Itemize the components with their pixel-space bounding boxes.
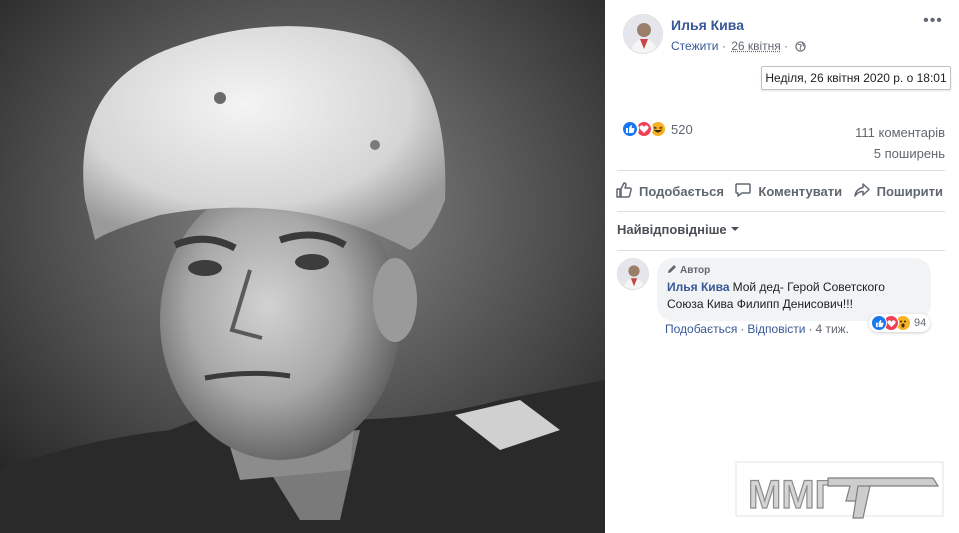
comment-time[interactable]: 4 тиж. xyxy=(815,322,849,336)
post-actions-bar: Подобається Коментувати Поширити xyxy=(613,176,945,206)
more-options-icon[interactable]: ••• xyxy=(923,13,943,32)
comment-reply-link[interactable]: Відповісти xyxy=(747,322,805,336)
post-meta: Стежити · 26 квітня · xyxy=(671,39,807,55)
like-reaction-icon xyxy=(621,120,639,138)
divider xyxy=(617,170,945,171)
pencil-icon xyxy=(667,264,680,277)
author-badge: Автор xyxy=(667,263,921,277)
comment-text: Илья Кива Мой дед- Герой Советского Союза… xyxy=(667,279,921,313)
share-icon xyxy=(853,181,877,202)
caret-down-icon xyxy=(730,227,739,231)
comment-icon xyxy=(734,181,758,202)
like-icon xyxy=(615,181,639,202)
follow-link[interactable]: Стежити xyxy=(671,39,719,53)
comment-like-link[interactable]: Подобається xyxy=(665,322,737,336)
comment-sort-dropdown[interactable]: Найвідповідніше xyxy=(617,222,739,237)
post-date-link[interactable]: 26 квітня xyxy=(731,39,781,53)
divider xyxy=(617,250,945,251)
comment-reaction-count: 94 xyxy=(914,317,927,329)
svg-text:ММГ: ММГ xyxy=(748,473,837,517)
post-panel: Илья Кива Стежити · 26 квітня · ••• Неді… xyxy=(605,0,959,533)
post-header: Илья Кива Стежити · 26 квітня · ••• xyxy=(623,13,943,64)
shares-count[interactable]: 5 поширень xyxy=(855,143,945,164)
reaction-count: 520 xyxy=(671,121,693,137)
globe-icon xyxy=(795,41,807,55)
comment-button[interactable]: Коментувати xyxy=(732,177,844,205)
comments-count[interactable]: 111 коментарів xyxy=(855,122,945,143)
watermark-logo: ММГ xyxy=(728,456,953,526)
comment-bubble: Автор Илья Кива Мой дед- Герой Советского… xyxy=(657,258,931,321)
comment-actions: Подобається · Відповісти · 4 тиж. xyxy=(665,322,850,336)
share-button[interactable]: Поширити xyxy=(851,177,945,205)
post-stats: 111 коментарів 5 поширень xyxy=(855,122,945,164)
post-photo[interactable] xyxy=(0,0,605,533)
post-reactions[interactable]: 520 xyxy=(621,118,693,140)
post-author-name[interactable]: Илья Кива xyxy=(671,17,744,33)
comment-author-name[interactable]: Илья Кива xyxy=(667,280,730,294)
author-avatar[interactable] xyxy=(623,14,663,54)
divider xyxy=(617,211,945,212)
comment-item: Автор Илья Кива Мой дед- Герой Советского… xyxy=(617,256,947,346)
comment-reactions[interactable]: 94 xyxy=(869,314,931,332)
like-button[interactable]: Подобається xyxy=(613,177,726,205)
commenter-avatar[interactable] xyxy=(617,258,649,290)
like-reaction-icon xyxy=(871,315,887,331)
date-tooltip: Неділя, 26 квітня 2020 р. о 18:01 xyxy=(761,66,951,90)
